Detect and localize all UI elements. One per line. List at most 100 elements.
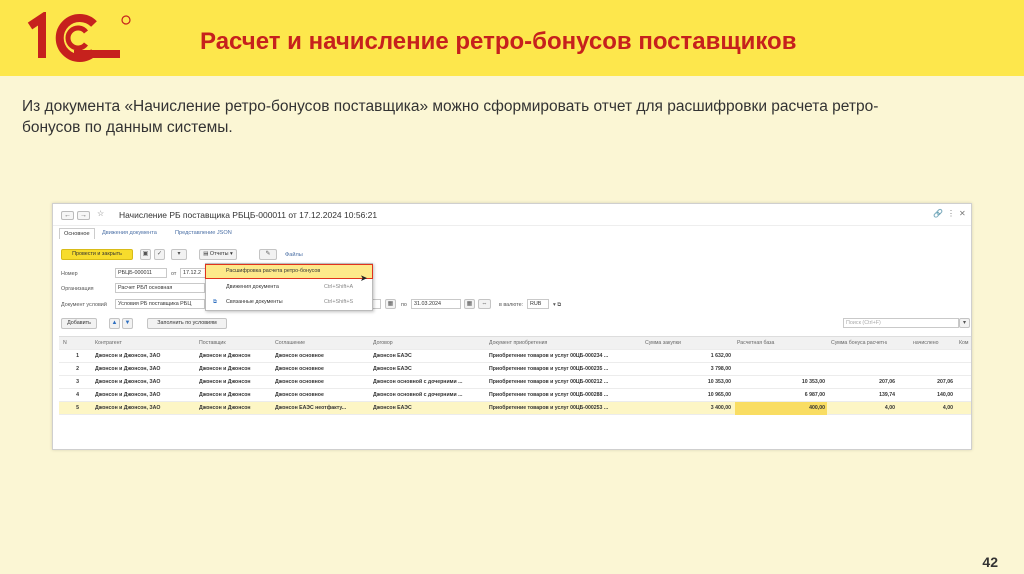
col-n[interactable]: N: [61, 337, 81, 350]
cell-agreement: Джонсон основное: [275, 353, 324, 359]
cell-counterparty: Джонсон и Джонсон, ЗАО: [95, 379, 161, 385]
date-field[interactable]: 17.12.2: [180, 268, 206, 278]
cell-counterparty: Джонсон и Джонсон, ЗАО: [95, 392, 161, 398]
menu-item-label: Расшифровка расчета ретро-бонусов: [226, 268, 321, 274]
table-row-selected[interactable]: 5 Джонсон и Джонсон, ЗАО Джонсон и Джонс…: [59, 402, 971, 415]
cell-supplier: Джонсон и Джонсон: [199, 353, 251, 359]
cell-accrued: 207,06: [937, 379, 953, 385]
cell-bonus-calc: [829, 350, 897, 363]
document-title: Начисление РБ поставщика РБЦБ-000011 от …: [119, 210, 378, 220]
cell-purchase-sum: 3 400,00: [710, 405, 731, 411]
conditions-label: Документ условий: [61, 302, 107, 308]
menu-item-label: Движения документа: [226, 284, 279, 290]
conditions-field[interactable]: Условия РБ поставщика РБЦ: [115, 299, 205, 309]
menu-item-shortcut: Ctrl+Shift+S: [324, 299, 354, 305]
col-counterparty[interactable]: Контрагент: [93, 337, 193, 350]
col-contract[interactable]: Договор: [371, 337, 483, 350]
cell-supplier: Джонсон и Джонсон: [199, 366, 251, 372]
currency-dropdown-icon[interactable]: ▾ ⧉: [553, 302, 561, 309]
more-icon[interactable]: ⋮: [947, 209, 955, 218]
cell-n: 2: [76, 366, 79, 372]
cell-bonus-calc: 139,74: [879, 392, 895, 398]
menu-item-document-movements[interactable]: Движения документа Ctrl+Shift+A: [206, 281, 372, 294]
post-icon[interactable]: ✓: [154, 249, 165, 260]
cell-n: 1: [76, 353, 79, 359]
col-bonus-calc[interactable]: Сумма бонуса расчетная: [829, 337, 887, 350]
slide-number: 42: [982, 554, 998, 570]
menu-item-related-documents[interactable]: ⧉ Связанные документы Ctrl+Shift+S: [206, 296, 372, 309]
save-icon[interactable]: ▣: [140, 249, 151, 260]
organization-field[interactable]: Расчет РБЛ основная: [115, 283, 205, 293]
slide-header: Расчет и начисление ретро-бонусов постав…: [0, 0, 1024, 76]
cell-purchase-sum: 10 353,00: [707, 379, 731, 385]
table-row[interactable]: 2 Джонсон и Джонсон, ЗАО Джонсон и Джонс…: [59, 363, 971, 376]
calendar-icon[interactable]: ▦: [385, 299, 396, 309]
from-label: от: [171, 271, 177, 277]
menu-item-retro-bonus-breakdown[interactable]: Расшифровка расчета ретро-бонусов: [205, 264, 373, 279]
col-comment[interactable]: Ком: [957, 337, 971, 350]
bonus-table: N Контрагент Поставщик Соглашение Догово…: [59, 336, 971, 415]
app-window: ← → ☆ Начисление РБ поставщика РБЦБ-0000…: [52, 203, 972, 450]
col-purchase-sum[interactable]: Сумма закупки: [643, 337, 733, 350]
cell-purchase-sum: 1 632,00: [710, 353, 731, 359]
cell-purchase-sum: 10 965,00: [707, 392, 731, 398]
table-row[interactable]: 4 Джонсон и Джонсон, ЗАО Джонсон и Джонс…: [59, 389, 971, 402]
cell-accrued: 140,00: [937, 392, 953, 398]
cell-base: [735, 350, 827, 363]
cell-agreement: Джонсон ЕАЭС неотфакту...: [275, 405, 347, 411]
col-accrued[interactable]: начислено: [911, 337, 957, 350]
reports-label: Отчеты: [209, 251, 229, 257]
move-down-icon[interactable]: ▼: [122, 318, 133, 329]
cell-contract: Джонсон основной с дочерними ...: [373, 392, 463, 398]
tab-movements[interactable]: Движения документа: [102, 230, 157, 236]
files-link[interactable]: Файлы: [285, 252, 303, 258]
table-row[interactable]: 1 Джонсон и Джонсон, ЗАО Джонсон и Джонс…: [59, 350, 971, 363]
cell-purchase-doc: Приобретение товаров и услуг 00ЦБ-000235…: [489, 366, 609, 372]
cell-accrued: [899, 350, 955, 363]
create-based-icon[interactable]: ▾: [171, 249, 187, 260]
cell-base-active[interactable]: 400,00: [735, 402, 827, 415]
reports-button[interactable]: ▤ Отчеты ▾: [199, 249, 237, 260]
move-up-icon[interactable]: ▲: [109, 318, 120, 329]
number-field[interactable]: РБЦБ-000011: [115, 268, 167, 278]
calendar-icon[interactable]: ▦: [464, 299, 475, 309]
fill-by-conditions-button[interactable]: Заполнить по условиям: [147, 318, 227, 329]
post-close-button[interactable]: Провести и закрыть: [61, 249, 133, 260]
period-select-icon[interactable]: ⇔: [478, 299, 491, 309]
table-row[interactable]: 3 Джонсон и Джонсон, ЗАО Джонсон и Джонс…: [59, 376, 971, 389]
cell-purchase-doc: Приобретение товаров и услуг 00ЦБ-000212…: [489, 379, 609, 385]
cell-contract: Джонсон ЕАЭС: [373, 405, 412, 411]
cell-counterparty: Джонсон и Джонсон, ЗАО: [95, 353, 161, 359]
forward-button[interactable]: →: [77, 211, 90, 220]
cell-counterparty: Джонсон и Джонсон, ЗАО: [95, 366, 161, 372]
document-tabs: Основное Движения документа Представлени…: [53, 228, 971, 242]
cell-agreement: Джонсон основное: [275, 379, 324, 385]
cell-base: [735, 363, 827, 376]
cell-purchase-sum: 3 798,00: [710, 366, 731, 372]
add-button[interactable]: Добавить: [61, 318, 97, 329]
cell-accrued: 4,00: [942, 405, 953, 411]
close-icon[interactable]: ✕: [959, 209, 966, 218]
col-supplier[interactable]: Поставщик: [197, 337, 269, 350]
period-end-field[interactable]: 31.03.2024: [411, 299, 461, 309]
cell-purchase-doc: Приобретение товаров и услуг 00ЦБ-000253…: [489, 405, 609, 411]
cell-accrued: [899, 363, 955, 376]
col-purchase-doc[interactable]: Документ приобретения: [487, 337, 637, 350]
tab-json[interactable]: Представление JSON: [175, 230, 232, 236]
col-agreement[interactable]: Соглашение: [273, 337, 369, 350]
cell-n: 5: [76, 405, 79, 411]
currency-field[interactable]: RUB: [527, 299, 549, 309]
cell-bonus-calc: [829, 363, 897, 376]
search-input[interactable]: Поиск (Ctrl+F): [843, 318, 959, 328]
attach-icon[interactable]: ✎: [259, 249, 277, 260]
back-button[interactable]: ←: [61, 211, 74, 220]
link-icon[interactable]: 🔗: [933, 209, 943, 218]
to-label: по: [401, 302, 407, 308]
col-base[interactable]: Расчетная база: [735, 337, 827, 350]
tab-main[interactable]: Основное: [59, 228, 95, 239]
star-icon[interactable]: ☆: [97, 209, 104, 218]
cell-contract: Джонсон ЕАЭС: [373, 366, 412, 372]
reports-menu: Расшифровка расчета ретро-бонусов Движен…: [205, 263, 373, 311]
table-more-icon[interactable]: ▾: [959, 318, 970, 328]
cell-n: 4: [76, 392, 79, 398]
